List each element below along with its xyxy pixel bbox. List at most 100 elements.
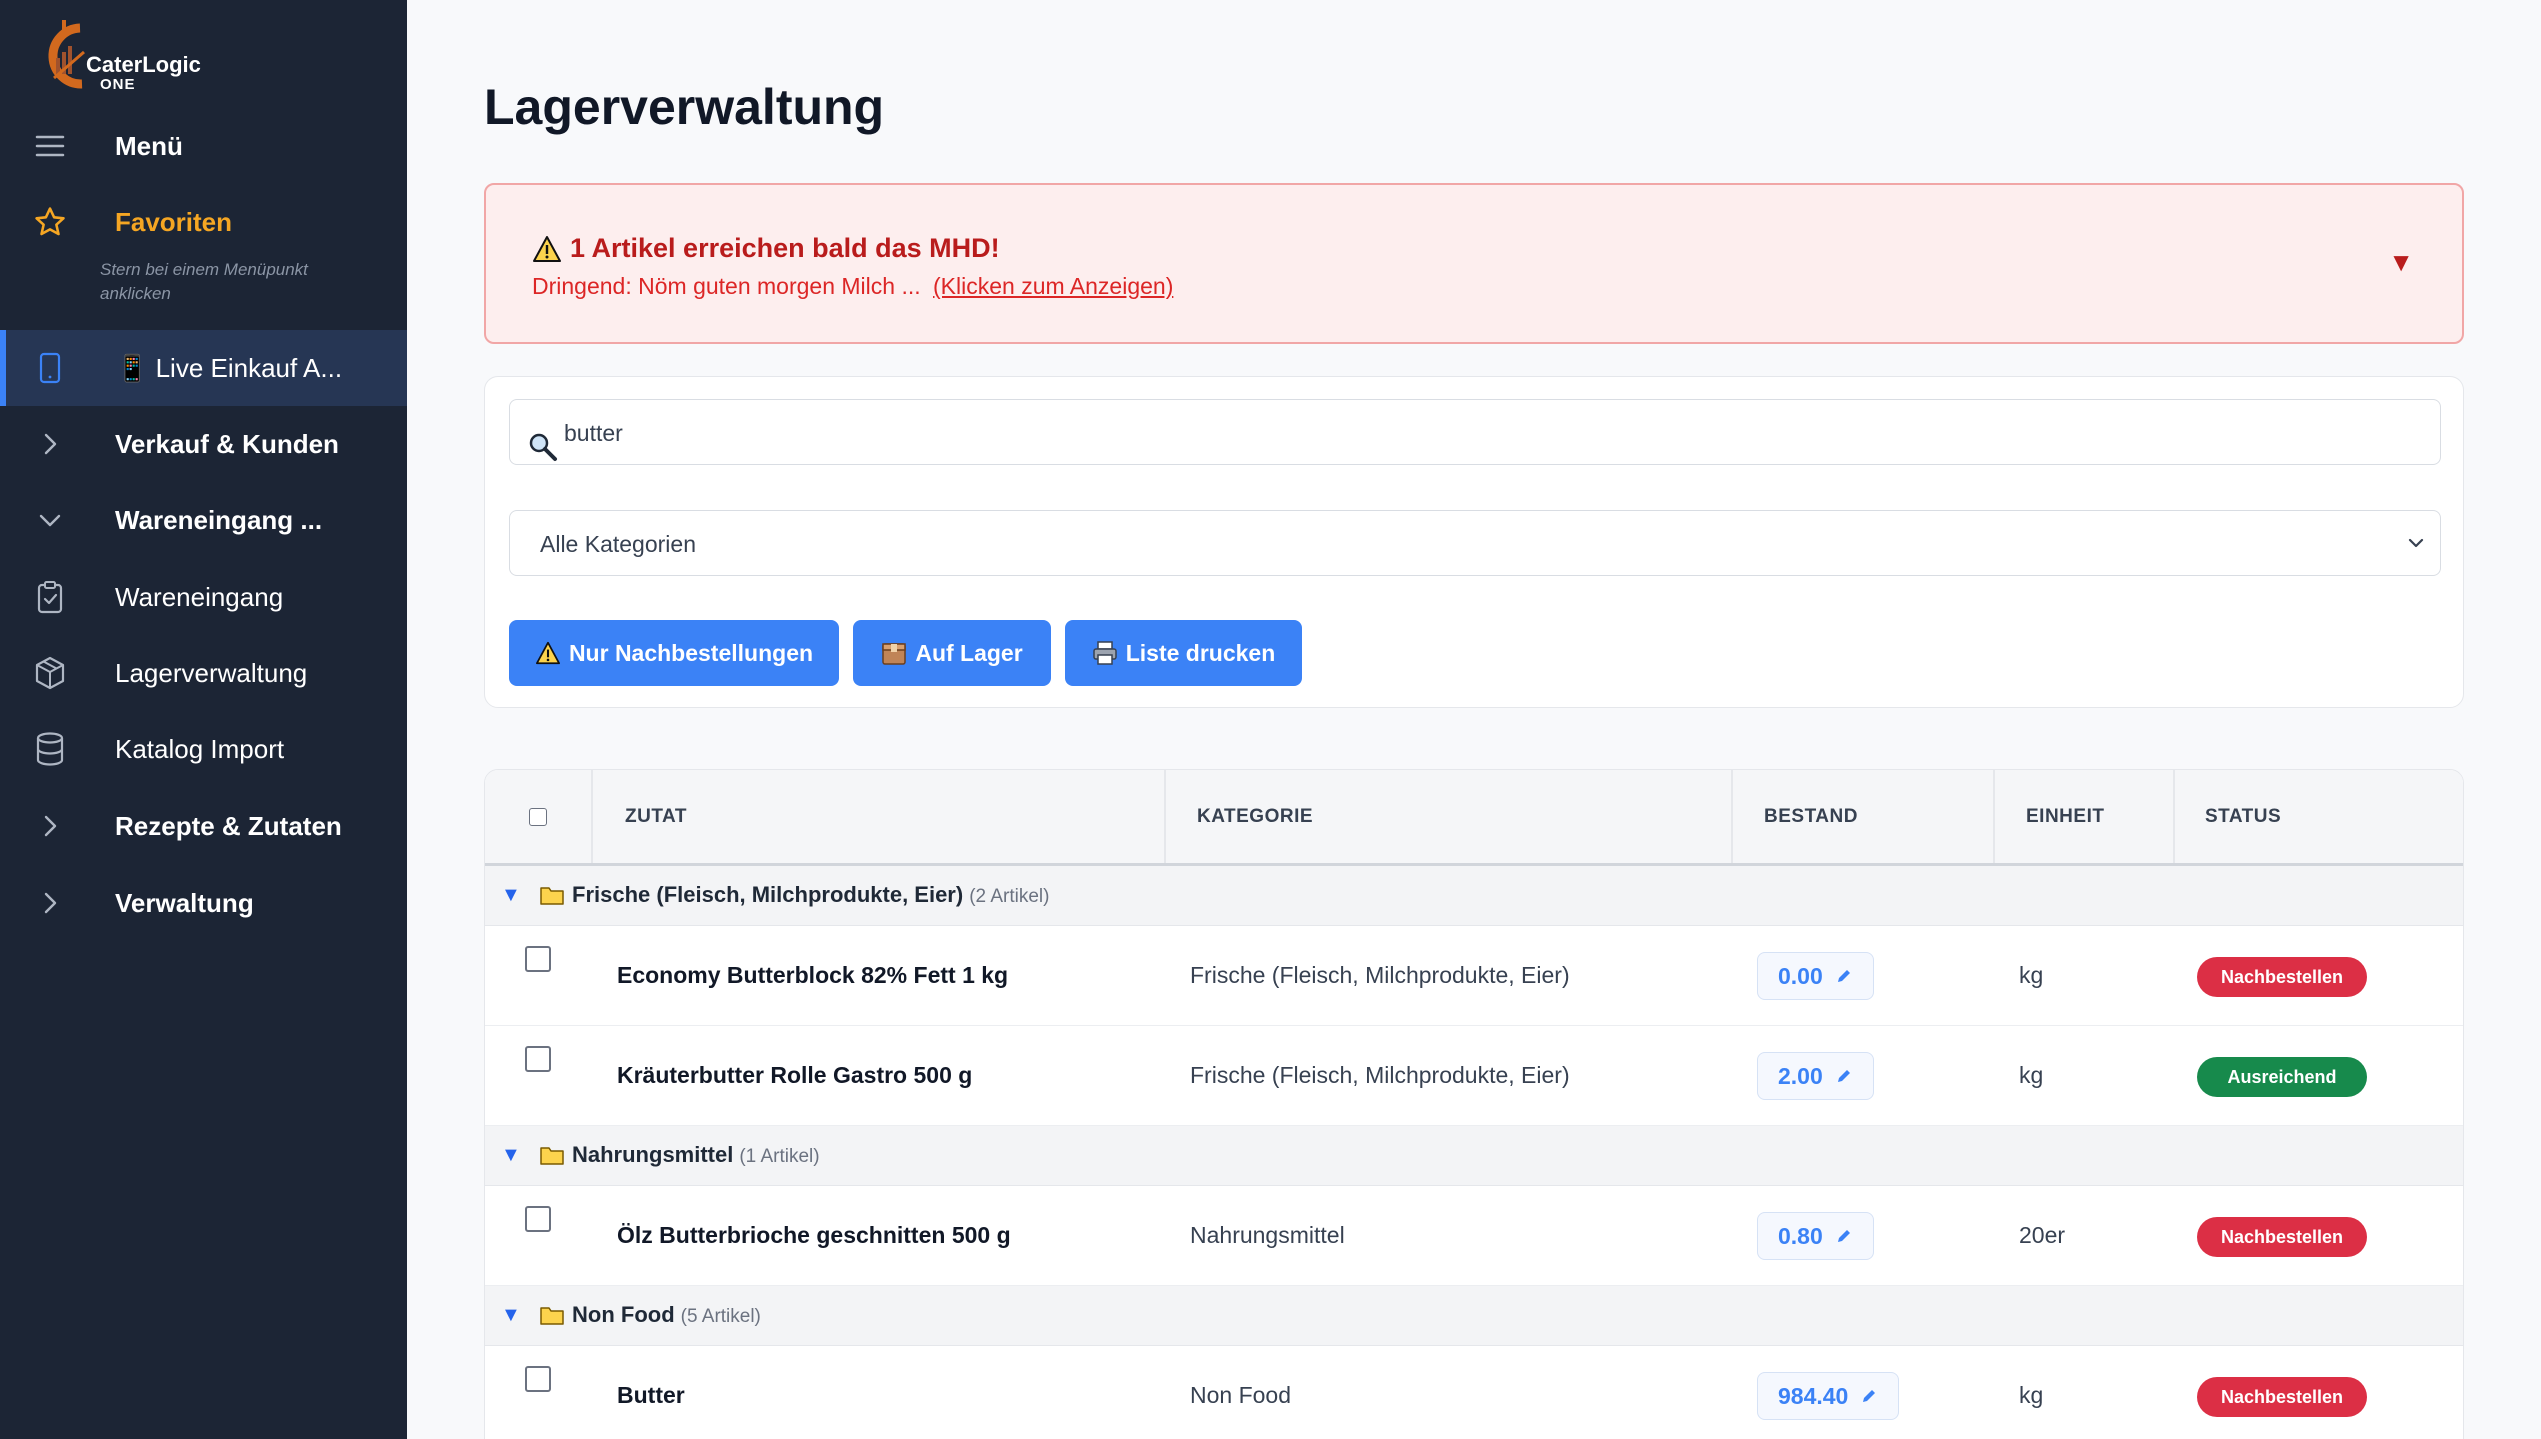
pencil-icon [1837,1230,1850,1242]
sidebar-item-wareneingang-group[interactable]: Wareneingang ... [0,484,407,556]
header-category[interactable]: KATEGORIE [1197,770,1313,863]
column-divider [1993,770,1995,863]
favorites-item[interactable]: Favoriten [0,186,407,258]
chevron-right-icon [30,806,70,846]
sidebar: CaterLogic ONE Menü Favoriten Stern bei … [0,0,407,1439]
group-title: Frische (Fleisch, Milchprodukte, Eier) [572,882,964,907]
sidebar-item-lagerverwaltung[interactable]: Lagerverwaltung [0,637,407,709]
group-row-frische[interactable]: ▼ Frische (Fleisch, Milchprodukte, Eier)… [485,866,2463,926]
sidebar-item-label: Wareneingang [115,581,284,612]
sidebar-item-rezepte-zutaten[interactable]: Rezepte & Zutaten [0,790,407,862]
folder-icon [540,1307,564,1325]
stock-value: 2.00 [1778,1062,1823,1089]
alert-message: Dringend: Nöm guten morgen Milch ... [532,273,921,299]
stock-edit-button[interactable]: 2.00 [1757,1052,1874,1100]
alert-show-link[interactable]: (Klicken zum Anzeigen) [933,273,1173,299]
warning-icon [535,641,560,665]
menu-label: Menü [115,130,183,161]
ingredient-name: Economy Butterblock 82% Fett 1 kg [617,962,1009,988]
table-row[interactable]: Butter Non Food 984.40 kg Nachbestellen [485,1346,2463,1439]
favorites-label: Favoriten [115,206,233,237]
collapse-triangle-icon[interactable]: ▼ [501,1304,521,1327]
hamburger-icon [30,126,70,166]
table-row[interactable]: Economy Butterblock 82% Fett 1 kg Frisch… [485,926,2463,1026]
status-badge: Ausreichend [2197,1057,2367,1097]
mobile-icon [30,348,70,388]
ingredient-category: Nahrungsmittel [1190,1222,1345,1248]
star-icon [30,202,70,242]
ingredient-unit: kg [2019,1062,2044,1088]
sidebar-item-verwaltung[interactable]: Verwaltung [0,867,407,939]
folder-icon [540,1147,564,1165]
alert-title: 1 Artikel erreichen bald das MHD! [532,233,1000,264]
sidebar-item-label: Katalog Import [115,733,285,764]
reorder-only-button[interactable]: Nur Nachbestellungen [509,620,839,686]
header-stock[interactable]: BESTAND [1764,770,1858,863]
search-input[interactable]: butter [509,399,2441,465]
printer-icon [1092,641,1117,665]
warning-icon [533,235,561,262]
group-count: (2 Artikel) [969,886,1050,907]
stock-value: 0.80 [1778,1222,1823,1249]
mhd-alert[interactable]: 1 Artikel erreichen bald das MHD! Dringe… [484,183,2464,344]
alert-expand-toggle[interactable]: ▼ [2388,247,2414,278]
row-checkbox[interactable] [525,946,551,972]
header-status[interactable]: STATUS [2205,770,2281,863]
sidebar-item-label: 📱 Live Einkauf A... [116,352,343,383]
sidebar-item-label: Rezepte & Zutaten [115,810,342,841]
package-icon [882,643,907,665]
in-stock-button-label: Auf Lager [915,639,1023,666]
table-row[interactable]: Ölz Butterbrioche geschnitten 500 g Nahr… [485,1186,2463,1286]
ingredient-category: Frische (Fleisch, Milchprodukte, Eier) [1190,1062,1570,1088]
menu-toggle[interactable]: Menü [0,110,407,182]
sidebar-item-wareneingang[interactable]: Wareneingang [0,561,407,633]
category-select[interactable]: Alle Kategorien [509,510,2441,576]
column-divider [1731,770,1733,863]
print-button-label: Liste drucken [1125,639,1276,666]
print-list-button[interactable]: Liste drucken [1065,620,1302,686]
search-icon [529,433,557,461]
reorder-button-label: Nur Nachbestellungen [568,639,814,666]
sidebar-item-verkauf-kunden[interactable]: Verkauf & Kunden [0,408,407,480]
stock-edit-button[interactable]: 984.40 [1757,1372,1900,1420]
row-checkbox[interactable] [525,1046,551,1072]
stock-value: 0.00 [1778,962,1823,989]
ingredient-unit: 20er [2019,1222,2066,1248]
category-select-value: Alle Kategorien [540,531,696,557]
status-badge: Nachbestellen [2197,957,2367,997]
caterlogic-logo[interactable]: CaterLogic ONE [36,18,201,98]
group-name: Frische (Fleisch, Milchprodukte, Eier) (2… [572,882,1049,908]
column-divider [1164,770,1166,863]
ingredient-unit: kg [2019,1382,2044,1408]
sidebar-item-katalog-import[interactable]: Katalog Import [0,713,407,785]
sidebar-item-label: Lagerverwaltung [115,657,308,688]
logo-subtitle: ONE [100,76,136,93]
group-row-nahrungsmittel[interactable]: ▼ Nahrungsmittel (1 Artikel) [485,1126,2463,1186]
stock-edit-button[interactable]: 0.00 [1757,952,1874,1000]
sidebar-item-live-einkauf[interactable]: 📱 Live Einkauf A... [0,330,407,406]
collapse-triangle-icon[interactable]: ▼ [501,884,521,907]
sidebar-item-label: Verkauf & Kunden [115,428,339,459]
column-divider [2173,770,2175,863]
table-header: ZUTAT KATEGORIE BESTAND EINHEIT STATUS [485,770,2463,866]
table-row[interactable]: Kräuterbutter Rolle Gastro 500 g Frische… [485,1026,2463,1126]
status-badge: Nachbestellen [2197,1217,2367,1257]
row-checkbox[interactable] [525,1366,551,1392]
group-name: Nahrungsmittel (1 Artikel) [572,1142,820,1168]
group-title: Non Food [572,1302,675,1327]
select-all-checkbox[interactable] [529,770,547,863]
stock-edit-button[interactable]: 0.80 [1757,1212,1874,1260]
row-checkbox[interactable] [525,1206,551,1232]
header-ingredient[interactable]: ZUTAT [625,770,687,863]
ingredient-category: Frische (Fleisch, Milchprodukte, Eier) [1190,962,1570,988]
header-unit[interactable]: EINHEIT [2026,770,2104,863]
collapse-triangle-icon[interactable]: ▼ [501,1144,521,1167]
pencil-icon [1837,970,1850,982]
in-stock-button[interactable]: Auf Lager [853,620,1051,686]
chevron-right-icon [30,883,70,923]
inventory-table: ZUTAT KATEGORIE BESTAND EINHEIT STATUS ▼… [484,769,2464,1439]
group-row-non-food[interactable]: ▼ Non Food (5 Artikel) [485,1286,2463,1346]
alert-title-text: 1 Artikel erreichen bald das MHD! [570,233,1000,263]
filter-card: butter Alle Kategorien Nur Nachbestellun… [484,376,2464,708]
group-name: Non Food (5 Artikel) [572,1302,761,1328]
